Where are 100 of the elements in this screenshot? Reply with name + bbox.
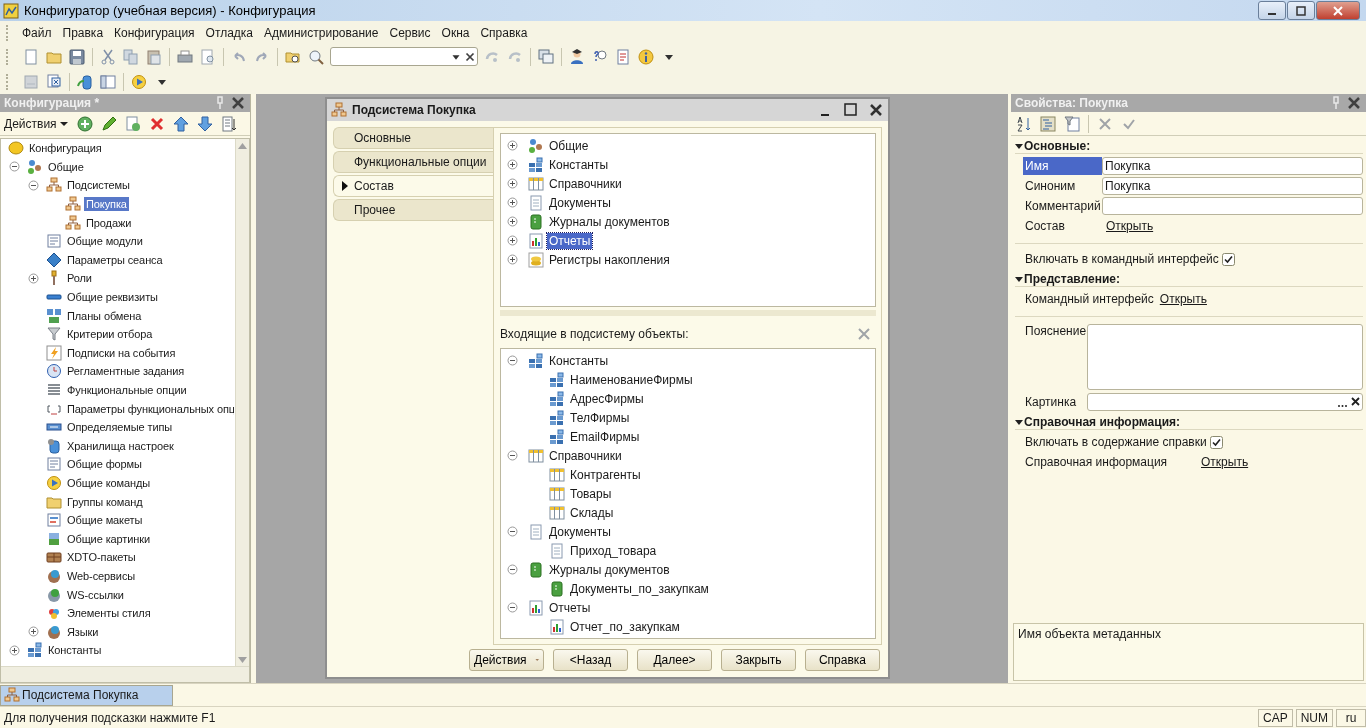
expand-icon[interactable]	[507, 178, 518, 189]
search-icon[interactable]	[308, 48, 324, 65]
tree-item[interactable]: Константы	[547, 156, 611, 173]
checkbox[interactable]	[1209, 435, 1223, 449]
move-down-icon[interactable]	[196, 115, 213, 132]
scrollbar[interactable]	[1, 666, 249, 682]
tree-item[interactable]: XDTO-пакеты	[65, 550, 138, 565]
windows-icon[interactable]	[538, 48, 554, 65]
tree-item[interactable]: Функциональные опции	[65, 383, 189, 397]
tree-item[interactable]: Конфигурация	[27, 141, 104, 156]
expand-icon[interactable]	[28, 626, 39, 638]
tree-item[interactable]: Общие модули	[65, 234, 145, 249]
database-icon[interactable]	[77, 73, 93, 90]
tree-item[interactable]: Документы_по_закупкам	[568, 580, 711, 597]
tree-item[interactable]: EmailФирмы	[568, 428, 642, 445]
menu-item[interactable]: Правка	[57, 25, 109, 40]
collapse-icon[interactable]	[507, 602, 518, 613]
expand-icon[interactable]	[507, 140, 518, 151]
dialog-button[interactable]: Справка	[805, 649, 880, 671]
tab[interactable]: Прочее	[333, 199, 493, 221]
menu-item[interactable]: Сервис	[384, 25, 436, 40]
open-link[interactable]: Открыть	[1159, 292, 1207, 306]
tree-item[interactable]: Склады	[568, 504, 616, 521]
dialog-button[interactable]: Закрыть	[721, 649, 796, 671]
menu-item[interactable]: Окна	[436, 25, 475, 40]
tree-item[interactable]: Документы	[547, 194, 613, 211]
tree-item[interactable]: Роли	[65, 271, 94, 286]
picture-field[interactable]	[1087, 393, 1363, 411]
tree-item[interactable]: Общие	[46, 159, 86, 174]
tree-item[interactable]: Общие формы	[65, 457, 144, 472]
tree-item[interactable]: Группы команд	[65, 494, 145, 509]
collapse-icon[interactable]	[9, 161, 20, 173]
tab[interactable]: Функциональные опции	[333, 151, 493, 173]
collapse-icon[interactable]	[507, 450, 518, 461]
info-icon[interactable]	[638, 48, 654, 65]
tree-item[interactable]: Общие	[547, 137, 591, 154]
checkbox[interactable]	[1221, 252, 1235, 266]
expand-icon[interactable]	[507, 159, 518, 170]
dialog-button[interactable]: Далее>	[637, 649, 712, 671]
tree-item[interactable]: Журналы документов	[547, 561, 672, 578]
input-field[interactable]: Покупка	[1102, 177, 1363, 195]
tab[interactable]: Состав	[333, 175, 493, 197]
menu-item[interactable]: Отладка	[200, 25, 259, 40]
add-icon[interactable]	[76, 115, 93, 132]
tree-item[interactable]: Отчет_по_закупкам	[568, 618, 682, 635]
actions-menu-button[interactable]: Действия	[469, 649, 544, 671]
close-button[interactable]	[1316, 1, 1360, 20]
tree-item[interactable]: WS-ссылки	[65, 587, 126, 602]
save-icon[interactable]	[69, 48, 85, 65]
print-icon[interactable]	[177, 48, 193, 65]
tree-item[interactable]: Приход_товара	[568, 542, 659, 559]
tree-item[interactable]: Отчеты	[547, 599, 593, 616]
window-close-icon[interactable]	[46, 73, 62, 90]
open-link[interactable]: Открыть	[1201, 455, 1249, 469]
tree-item[interactable]: Документы	[547, 523, 613, 540]
sort-icon[interactable]	[1016, 115, 1032, 132]
tree-item[interactable]: Web-сервисы	[65, 568, 138, 583]
tree-item[interactable]: Элементы стиля	[65, 606, 153, 621]
edit-icon[interactable]	[100, 115, 117, 132]
collapse-icon[interactable]	[507, 564, 518, 575]
tree-item[interactable]: Критерии отбора	[65, 327, 155, 342]
maximize-button[interactable]	[1287, 1, 1315, 20]
cut-icon[interactable]	[100, 48, 116, 65]
tree-item[interactable]: Хранилища настроек	[65, 438, 176, 453]
tree-item[interactable]: Покупка	[84, 197, 129, 212]
tree-item[interactable]: Отчеты	[547, 232, 593, 249]
menu-item[interactable]: Конфигурация	[109, 25, 200, 40]
tree-item[interactable]: Общие команды	[65, 476, 153, 490]
print-preview-icon[interactable]	[200, 48, 216, 65]
actions-menu[interactable]: Действия	[4, 116, 68, 131]
input-field[interactable]: Покупка	[1102, 157, 1363, 175]
tree-item[interactable]: Параметры функциональных опц	[65, 401, 234, 416]
close-button[interactable]	[868, 102, 884, 118]
expand-icon[interactable]	[507, 254, 518, 265]
tree-item[interactable]: Подписки на события	[65, 345, 178, 360]
tree-item[interactable]: Регламентные задания	[65, 364, 187, 379]
tree-item[interactable]: Общие картинки	[65, 531, 153, 546]
tree-item[interactable]: Общие реквизиты	[65, 290, 160, 305]
expand-icon[interactable]	[507, 216, 518, 227]
collapse-icon[interactable]	[1015, 417, 1023, 426]
collapse-icon[interactable]	[507, 526, 518, 537]
filter-icon[interactable]	[1064, 115, 1080, 132]
sort-icon[interactable]	[220, 115, 237, 132]
play-icon[interactable]	[131, 73, 147, 90]
tree-item[interactable]: Константы	[46, 643, 104, 658]
tree-item[interactable]: Товары	[568, 485, 614, 502]
tree-item[interactable]: Языки	[65, 624, 101, 639]
dialog-button[interactable]: <Назад	[553, 649, 628, 671]
tab[interactable]: Основные	[333, 127, 493, 149]
tree-item[interactable]: Контрагенты	[568, 466, 643, 483]
tree-item[interactable]: Определяемые типы	[65, 420, 175, 435]
tree-item[interactable]: Продажи	[84, 215, 134, 230]
minimize-button[interactable]	[1258, 1, 1286, 20]
menu-item[interactable]: Администрирование	[259, 25, 384, 40]
maximize-button[interactable]	[843, 102, 859, 118]
move-up-icon[interactable]	[172, 115, 189, 132]
expand-icon[interactable]	[507, 197, 518, 208]
tree-item[interactable]: АдресФирмы	[568, 390, 646, 407]
tree-item[interactable]: Журналы документов	[547, 213, 672, 230]
search-field[interactable]	[330, 47, 478, 66]
